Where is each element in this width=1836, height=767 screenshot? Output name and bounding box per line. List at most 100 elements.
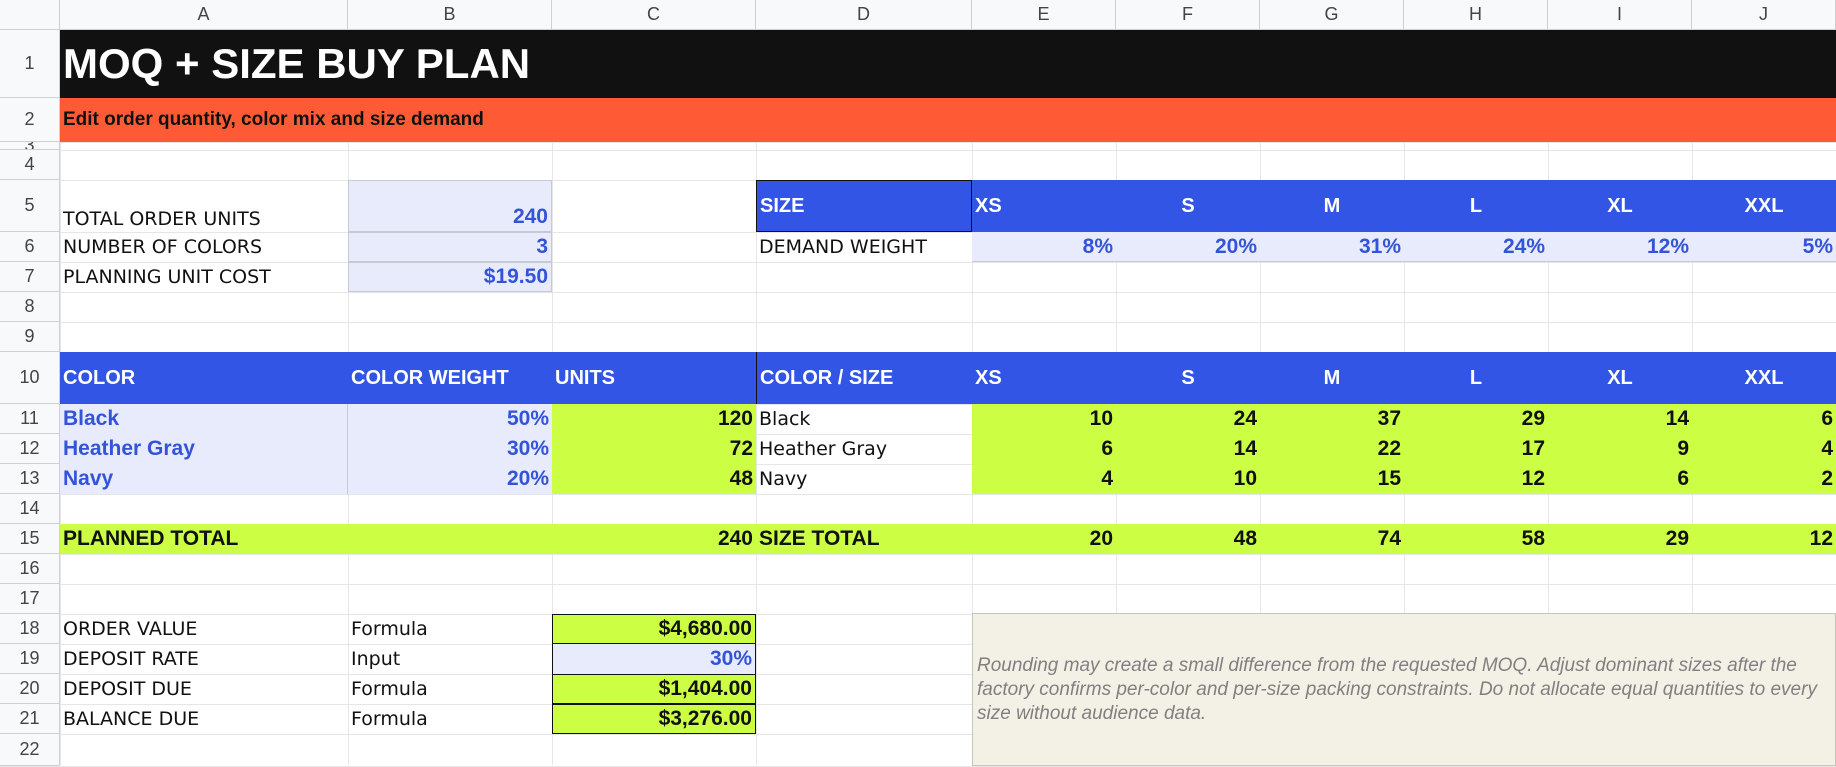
row-header-10[interactable]: 10	[0, 352, 60, 404]
matrix-cell[interactable]: 10	[1116, 464, 1260, 494]
color-weight-cell[interactable]: 30%	[348, 434, 552, 464]
matrix-cell[interactable]: 14	[1116, 434, 1260, 464]
demand-weight-XXL[interactable]: 5%	[1692, 232, 1836, 262]
row-header-2[interactable]: 2	[0, 98, 60, 142]
matrix-cell[interactable]: 6	[1692, 404, 1836, 434]
color-name-cell[interactable]: Navy	[60, 464, 348, 494]
input-value-cell[interactable]: 3	[348, 232, 552, 262]
summary-label[interactable]: ORDER VALUE	[60, 614, 348, 644]
input-label[interactable]: TOTAL ORDER UNITS	[60, 180, 348, 232]
row-header-9[interactable]: 9	[0, 322, 60, 352]
color-units-cell[interactable]: 48	[552, 464, 756, 494]
color-table-header-2[interactable]: UNITS	[552, 352, 756, 404]
matrix-cell[interactable]: 24	[1116, 404, 1260, 434]
column-header-A[interactable]: A	[60, 0, 348, 30]
row-header-22[interactable]: 22	[0, 734, 60, 766]
size-header-S[interactable]: S	[1116, 180, 1260, 232]
matrix-cell[interactable]: 12	[1404, 464, 1548, 494]
color-units-cell[interactable]: 120	[552, 404, 756, 434]
row-header-11[interactable]: 11	[0, 404, 60, 434]
matrix-cell[interactable]: 6	[972, 434, 1116, 464]
matrix-cell[interactable]: 22	[1260, 434, 1404, 464]
row-header-8[interactable]: 8	[0, 292, 60, 322]
matrix-cell[interactable]: 6	[1548, 464, 1692, 494]
column-header-G[interactable]: G	[1260, 0, 1404, 30]
row-header-1[interactable]: 1	[0, 30, 60, 98]
matrix-header-XXL[interactable]: XXL	[1692, 352, 1836, 404]
row-header-20[interactable]: 20	[0, 674, 60, 704]
color-name-cell[interactable]: Black	[60, 404, 348, 434]
row-header-12[interactable]: 12	[0, 434, 60, 464]
row-header-18[interactable]: 18	[0, 614, 60, 644]
matrix-cell[interactable]: 14	[1548, 404, 1692, 434]
size-total-M[interactable]: 74	[1260, 524, 1404, 554]
row-header-16[interactable]: 16	[0, 554, 60, 584]
summary-label[interactable]: DEPOSIT RATE	[60, 644, 348, 674]
matrix-cell[interactable]: 4	[972, 464, 1116, 494]
row-header-13[interactable]: 13	[0, 464, 60, 494]
planned-total-label[interactable]: PLANNED TOTAL	[60, 524, 552, 554]
summary-formula-value[interactable]: $1,404.00	[552, 674, 756, 704]
column-header-I[interactable]: I	[1548, 0, 1692, 30]
column-header-D[interactable]: D	[756, 0, 972, 30]
size-header-XS[interactable]: XS	[972, 180, 1116, 232]
row-header-6[interactable]: 6	[0, 232, 60, 262]
demand-weight-L[interactable]: 24%	[1404, 232, 1548, 262]
row-header-15[interactable]: 15	[0, 524, 60, 554]
demand-weight-XS[interactable]: 8%	[972, 232, 1116, 262]
summary-type[interactable]: Input	[348, 644, 552, 674]
color-weight-cell[interactable]: 50%	[348, 404, 552, 434]
matrix-header-S[interactable]: S	[1116, 352, 1260, 404]
matrix-color-name[interactable]: Black	[756, 404, 972, 434]
matrix-cell[interactable]: 29	[1404, 404, 1548, 434]
input-value-cell[interactable]: $19.50	[348, 262, 552, 292]
demand-weight-S[interactable]: 20%	[1116, 232, 1260, 262]
row-header-14[interactable]: 14	[0, 494, 60, 524]
summary-label[interactable]: DEPOSIT DUE	[60, 674, 348, 704]
summary-input-value[interactable]: 30%	[552, 644, 756, 674]
row-header-17[interactable]: 17	[0, 584, 60, 614]
demand-weight-label[interactable]: DEMAND WEIGHT	[756, 232, 972, 262]
row-header-21[interactable]: 21	[0, 704, 60, 734]
matrix-header-XS[interactable]: XS	[972, 352, 1116, 404]
matrix-header[interactable]: COLOR / SIZE	[756, 352, 972, 404]
size-total-XXL[interactable]: 12	[1692, 524, 1836, 554]
column-header-E[interactable]: E	[972, 0, 1116, 30]
column-header-H[interactable]: H	[1404, 0, 1548, 30]
size-header-XL[interactable]: XL	[1548, 180, 1692, 232]
row-header-3[interactable]: 3	[0, 142, 60, 150]
select-all-corner[interactable]	[0, 0, 60, 30]
row-header-19[interactable]: 19	[0, 644, 60, 674]
column-header-C[interactable]: C	[552, 0, 756, 30]
row-header-7[interactable]: 7	[0, 262, 60, 292]
color-table-header-0[interactable]: COLOR	[60, 352, 348, 404]
matrix-cell[interactable]: 4	[1692, 434, 1836, 464]
column-header-B[interactable]: B	[348, 0, 552, 30]
input-label[interactable]: PLANNING UNIT COST	[60, 262, 348, 292]
matrix-color-name[interactable]: Heather Gray	[756, 434, 972, 464]
matrix-color-name[interactable]: Navy	[756, 464, 972, 494]
summary-formula-value[interactable]: $4,680.00	[552, 614, 756, 644]
summary-type[interactable]: Formula	[348, 704, 552, 734]
planned-total-value[interactable]: 240	[552, 524, 756, 554]
input-label[interactable]: NUMBER OF COLORS	[60, 232, 348, 262]
color-table-header-1[interactable]: COLOR WEIGHT	[348, 352, 552, 404]
color-units-cell[interactable]: 72	[552, 434, 756, 464]
summary-label[interactable]: BALANCE DUE	[60, 704, 348, 734]
matrix-cell[interactable]: 15	[1260, 464, 1404, 494]
summary-type[interactable]: Formula	[348, 674, 552, 704]
size-header[interactable]: SIZE	[756, 180, 972, 232]
rounding-note[interactable]: Rounding may create a small difference f…	[972, 613, 1836, 766]
matrix-header-M[interactable]: M	[1260, 352, 1404, 404]
matrix-cell[interactable]: 17	[1404, 434, 1548, 464]
size-header-M[interactable]: M	[1260, 180, 1404, 232]
size-total-label[interactable]: SIZE TOTAL	[756, 524, 972, 554]
matrix-cell[interactable]: 37	[1260, 404, 1404, 434]
input-value-cell[interactable]: 240	[348, 180, 552, 232]
matrix-header-XL[interactable]: XL	[1548, 352, 1692, 404]
row-header-4[interactable]: 4	[0, 150, 60, 180]
row-header-5[interactable]: 5	[0, 180, 60, 232]
summary-formula-value[interactable]: $3,276.00	[552, 704, 756, 734]
demand-weight-M[interactable]: 31%	[1260, 232, 1404, 262]
column-header-F[interactable]: F	[1116, 0, 1260, 30]
